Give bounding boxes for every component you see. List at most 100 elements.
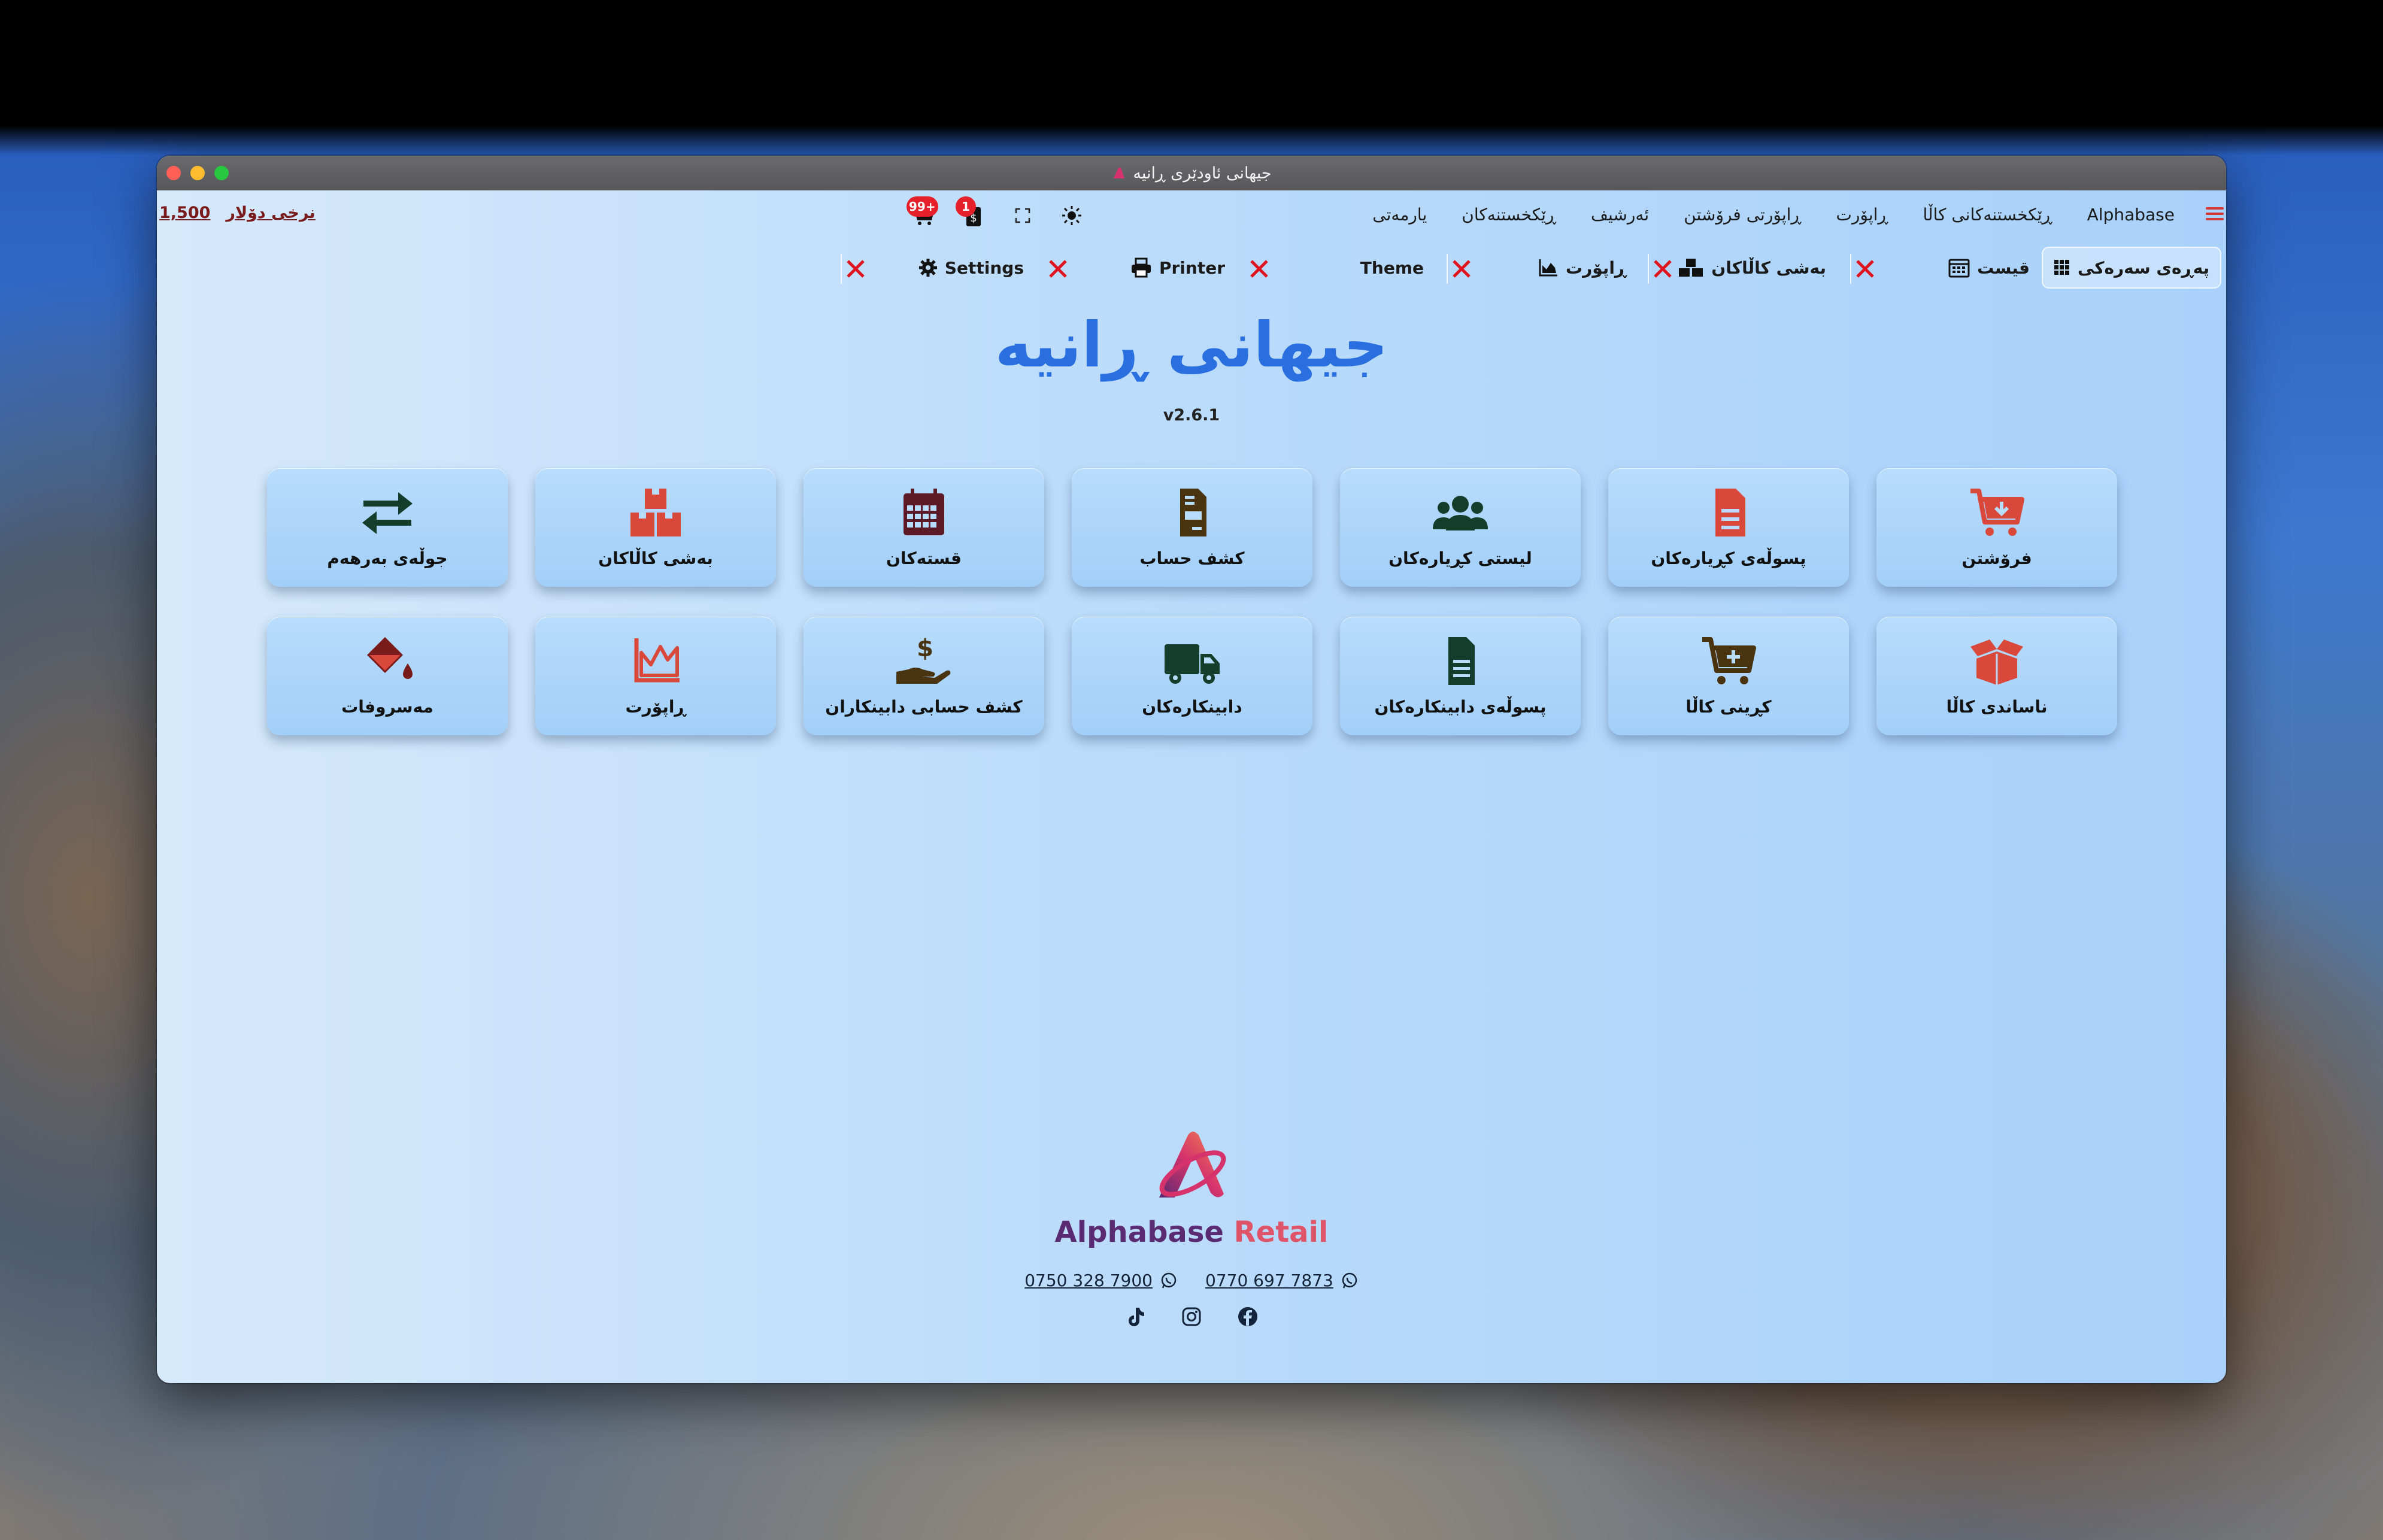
menu-item-settings[interactable]: ڕێکخستنەکان	[1462, 205, 1556, 225]
card-customer-invoices[interactable]: پسوڵەی کڕیارەکان	[1608, 468, 1849, 587]
close-tab-settings-icon[interactable]	[843, 256, 868, 281]
card-suppliers-label: دابینکارەکان	[1142, 696, 1242, 717]
invoice-icon	[1715, 488, 1745, 536]
box-open-icon	[1970, 639, 2023, 685]
tab-installments-label: قیست	[1977, 257, 2030, 278]
card-products[interactable]: بەشی کاڵاکان	[535, 468, 776, 587]
card-sales[interactable]: فرۆشتن	[1876, 468, 2117, 587]
boxes-icon	[1679, 259, 1703, 277]
card-product-movement-label: جوڵەی بەرهەم	[327, 548, 448, 568]
card-account-statement-label: کشف حساب	[1139, 548, 1245, 568]
card-customer-invoices-label: پسوڵەی کڕیارەکان	[1651, 548, 1806, 568]
close-tab-products-icon[interactable]	[1650, 256, 1675, 281]
sun-icon	[1062, 206, 1081, 225]
tab-settings[interactable]: Settings	[918, 247, 1024, 289]
brand-name-part2: Retail	[1233, 1215, 1329, 1249]
tab-installments[interactable]: قیست	[1948, 247, 2030, 289]
card-customers-list[interactable]: لیستی کڕیارەکان	[1340, 468, 1581, 587]
card-supplier-statement[interactable]: $ کشف حسابی دابینکاران	[804, 617, 1044, 735]
card-expenses[interactable]: مەسروفات	[267, 617, 508, 735]
close-tab-theme-icon[interactable]	[1247, 256, 1272, 281]
card-installments[interactable]: قستەکان	[804, 468, 1044, 587]
tab-theme-label: Theme	[1360, 257, 1424, 278]
contact-phone-1[interactable]: 0770 697 7873	[1205, 1271, 1359, 1290]
social-links	[157, 1305, 2226, 1328]
card-supplier-statement-label: کشف حسابی دابینکاران	[825, 696, 1023, 717]
calendar-icon	[1948, 259, 1970, 278]
title-bar: جیهانی ئاودێری ڕانیە	[157, 156, 2226, 190]
card-purchase-products-label: کڕینی کاڵا	[1685, 696, 1772, 717]
app-window: جیهانی ئاودێری ڕانیە 1,500 نرخی دۆلار 99…	[157, 156, 2226, 1383]
tab-products-label: بەشی کاڵاکان	[1711, 257, 1826, 278]
gear-icon	[918, 259, 937, 277]
expand-icon	[1015, 208, 1030, 223]
svg-text:$: $	[917, 636, 933, 662]
menu-item-product-settings[interactable]: ڕێکخستنەکانی کاڵا	[1923, 205, 2052, 225]
card-report-label: ڕاپۆرت	[625, 696, 686, 717]
truck-icon	[1165, 644, 1220, 684]
exchange-rate[interactable]: 1,500 نرخی دۆلار	[159, 204, 316, 222]
window-controls	[166, 166, 229, 180]
card-define-product[interactable]: ناساندی کاڵا	[1876, 617, 2117, 735]
close-window-button[interactable]	[166, 166, 181, 180]
tab-report-label: ڕاپۆرت	[1566, 257, 1626, 278]
card-supplier-invoices-label: پسوڵەی دابینکارەکان	[1374, 696, 1547, 717]
theme-toggle-button[interactable]	[1059, 202, 1085, 229]
close-tab-printer-icon[interactable]	[1045, 256, 1071, 281]
card-customers-list-label: لیستی کڕیارەکان	[1388, 548, 1532, 568]
menu-item-archive[interactable]: ئەرشیف	[1591, 205, 1649, 225]
card-product-movement[interactable]: جوڵەی بەرهەم	[267, 468, 508, 587]
card-installments-label: قستەکان	[886, 548, 962, 568]
contact-list: 0750 328 7900 0770 697 7873	[157, 1271, 2226, 1290]
money-notification[interactable]: $ 1	[956, 196, 987, 229]
contact-phone-2-text: 0750 328 7900	[1024, 1271, 1153, 1290]
page-title: جیهانی ڕانیە	[995, 308, 1388, 381]
menu-item-help[interactable]: یارمەتی	[1372, 205, 1427, 225]
exchange-icon	[362, 492, 413, 534]
card-account-statement[interactable]: کشف حساب	[1072, 468, 1312, 587]
cart-badge: 99+	[906, 196, 938, 217]
grid-icon	[2054, 260, 2069, 275]
tab-printer[interactable]: Printer	[1130, 247, 1225, 289]
card-suppliers[interactable]: دابینکارەکان	[1072, 617, 1312, 735]
tiktok-icon[interactable]	[1124, 1305, 1147, 1328]
tab-theme[interactable]: Theme	[1360, 247, 1424, 289]
printer-icon	[1131, 257, 1151, 278]
maximize-window-button[interactable]	[214, 166, 229, 180]
whatsapp-icon	[1342, 1272, 1357, 1288]
main-menu: Alphabase ڕێکخستنەکانی کاڵا ڕاپۆرت ڕاپۆر…	[1372, 205, 2175, 225]
hamburger-menu-icon[interactable]	[2206, 207, 2224, 220]
menu-item-sales-report[interactable]: ڕاپۆرتی فرۆشتن	[1684, 205, 1801, 225]
tab-report[interactable]: ڕاپۆرت	[1538, 247, 1626, 289]
card-define-product-label: ناساندی کاڵا	[1946, 696, 2048, 717]
contact-phone-2[interactable]: 0750 328 7900	[1024, 1271, 1178, 1290]
tab-divider	[1447, 254, 1448, 284]
card-purchase-products[interactable]: کڕینی کاڵا	[1608, 617, 1849, 735]
chart-icon	[1539, 259, 1557, 277]
facebook-icon[interactable]	[1236, 1305, 1259, 1328]
menu-item-report[interactable]: ڕاپۆرت	[1836, 205, 1888, 225]
app-version: v2.6.1	[1163, 406, 1220, 425]
tab-home-label: پەڕەی سەرەکی	[2077, 257, 2210, 278]
window-title-text: جیهانی ئاودێری ڕانیە	[1133, 163, 1272, 183]
app-logo-icon	[1114, 168, 1125, 178]
card-sales-label: فرۆشتن	[1961, 548, 2032, 568]
document-icon	[1448, 636, 1475, 685]
window-title: جیهانی ئاودێری ڕانیە	[1111, 163, 1272, 183]
tab-home[interactable]: پەڕەی سەرەکی	[2042, 247, 2221, 289]
instagram-icon[interactable]	[1180, 1305, 1203, 1328]
card-supplier-invoices[interactable]: پسوڵەی دابینکارەکان	[1340, 617, 1581, 735]
minimize-window-button[interactable]	[190, 166, 205, 180]
menu-item-alphabase[interactable]: Alphabase	[2087, 205, 2175, 225]
cart-notification[interactable]: 99+	[906, 196, 938, 229]
close-tab-installments-icon[interactable]	[1853, 256, 1878, 281]
money-badge: 1	[956, 196, 976, 217]
tab-divider	[1850, 254, 1851, 284]
calendar-icon	[904, 488, 944, 535]
close-tab-report-icon[interactable]	[1449, 256, 1474, 281]
card-report[interactable]: ڕاپۆرت	[535, 617, 776, 735]
boxes-icon	[630, 488, 681, 536]
card-expenses-label: مەسروفات	[341, 696, 433, 717]
fullscreen-button[interactable]	[1009, 202, 1036, 229]
tab-products[interactable]: بەشی کاڵاکان	[1678, 247, 1826, 289]
